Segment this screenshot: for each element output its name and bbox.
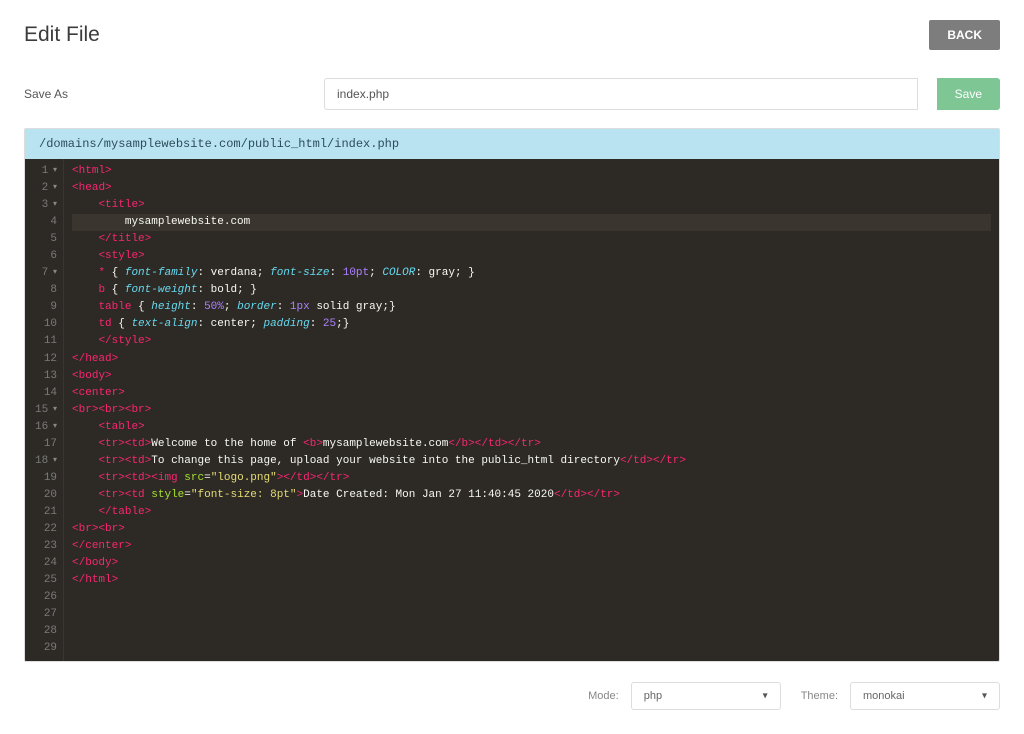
code-line[interactable]: table { height: 50%; border: 1px solid g… (72, 299, 991, 316)
line-number: 12 (35, 351, 57, 368)
save-button[interactable]: Save (937, 78, 1000, 110)
line-number: 22 (35, 521, 57, 538)
line-number: 1 (35, 163, 57, 180)
code-line[interactable]: <tr><td><img src="logo.png"></td></tr> (72, 470, 991, 487)
save-as-label: Save As (24, 87, 304, 101)
line-number: 10 (35, 316, 57, 333)
code-line[interactable]: </html> (72, 572, 991, 589)
theme-label: Theme: (801, 690, 838, 702)
line-number: 4 (35, 214, 57, 231)
code-line[interactable]: </title> (72, 231, 991, 248)
code-line[interactable]: <body> (72, 368, 991, 385)
code-line[interactable]: <head> (72, 180, 991, 197)
code-line[interactable]: </style> (72, 333, 991, 350)
line-number: 6 (35, 248, 57, 265)
code-line[interactable]: <html> (72, 163, 991, 180)
code-line[interactable]: </table> (72, 504, 991, 521)
line-number: 11 (35, 333, 57, 350)
line-number: 21 (35, 504, 57, 521)
code-line[interactable]: <br><br><br> (72, 402, 991, 419)
line-number: 25 (35, 572, 57, 589)
line-number: 9 (35, 299, 57, 316)
line-number: 26 (35, 589, 57, 606)
code-body[interactable]: <html><head> <title> mysamplewebsite.com… (64, 159, 999, 661)
line-number: 29 (35, 640, 57, 657)
line-number: 3 (35, 197, 57, 214)
line-number: 2 (35, 180, 57, 197)
line-number: 14 (35, 385, 57, 402)
code-editor[interactable]: 1 2 3 4 5 6 7 8 910111213141516171819202… (25, 159, 999, 661)
line-number: 13 (35, 368, 57, 385)
code-line[interactable]: </head> (72, 351, 991, 368)
code-line[interactable]: </body> (72, 555, 991, 572)
page-title: Edit File (24, 23, 100, 47)
code-line[interactable]: <tr><td>Welcome to the home of <b>mysamp… (72, 436, 991, 453)
line-number: 5 (35, 231, 57, 248)
code-line[interactable]: <br><br> (72, 521, 991, 538)
line-number: 27 (35, 606, 57, 623)
line-number: 17 (35, 436, 57, 453)
code-line[interactable]: <table> (72, 419, 991, 436)
line-gutter: 1 2 3 4 5 6 7 8 910111213141516171819202… (25, 159, 64, 661)
code-line[interactable]: b { font-weight: bold; } (72, 282, 991, 299)
code-line[interactable]: <tr><td>To change this page, upload your… (72, 453, 991, 470)
code-line[interactable]: mysamplewebsite.com (72, 214, 991, 231)
line-number: 16 (35, 419, 57, 436)
code-line[interactable]: <center> (72, 385, 991, 402)
code-line[interactable]: <title> (72, 197, 991, 214)
line-number: 15 (35, 402, 57, 419)
line-number: 28 (35, 623, 57, 640)
mode-select[interactable]: php (631, 682, 781, 710)
line-number: 20 (35, 487, 57, 504)
line-number: 18 (35, 453, 57, 470)
code-line[interactable]: <style> (72, 248, 991, 265)
code-line[interactable]: td { text-align: center; padding: 25;} (72, 316, 991, 333)
line-number: 24 (35, 555, 57, 572)
mode-label: Mode: (588, 690, 619, 702)
line-number: 23 (35, 538, 57, 555)
file-path-bar: /domains/mysamplewebsite.com/public_html… (25, 129, 999, 159)
filename-input[interactable] (324, 78, 918, 110)
code-line[interactable]: * { font-family: verdana; font-size: 10p… (72, 265, 991, 282)
line-number: 8 (35, 282, 57, 299)
line-number: 7 (35, 265, 57, 282)
theme-select[interactable]: monokai (850, 682, 1000, 710)
code-line[interactable]: </center> (72, 538, 991, 555)
editor-panel: /domains/mysamplewebsite.com/public_html… (24, 128, 1000, 662)
line-number: 19 (35, 470, 57, 487)
back-button[interactable]: BACK (929, 20, 1000, 50)
code-line[interactable]: <tr><td style="font-size: 8pt">Date Crea… (72, 487, 991, 504)
